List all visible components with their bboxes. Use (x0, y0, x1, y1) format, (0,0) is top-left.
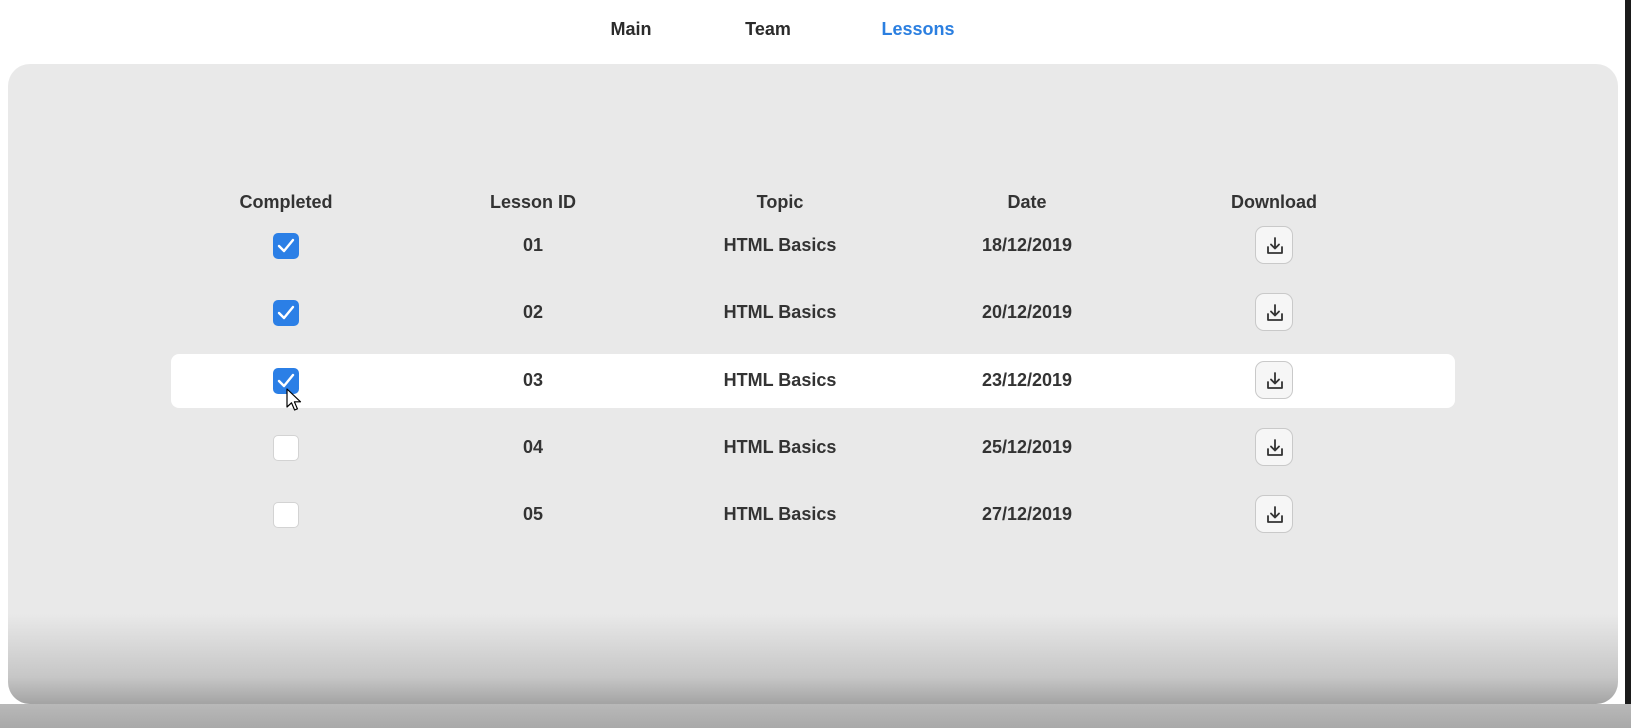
completed-checkbox[interactable] (273, 233, 299, 259)
top-navigation: Main Team Lessons (0, 0, 1631, 62)
download-icon (1265, 438, 1285, 458)
date-cell: 18/12/2019 (981, 235, 1073, 255)
lesson-id-cell: 04 (522, 437, 544, 457)
panel-shadow (8, 614, 1618, 704)
download-button[interactable] (1255, 495, 1293, 533)
header-topic: Topic (756, 192, 804, 212)
download-icon (1265, 303, 1285, 323)
topic-cell: HTML Basics (723, 302, 837, 322)
download-icon (1265, 505, 1285, 525)
bottom-bar (0, 704, 1631, 728)
table-row: 05 HTML Basics 27/12/2019 (8, 488, 1618, 542)
download-button[interactable] (1255, 361, 1293, 399)
tab-main[interactable]: Main (610, 19, 651, 40)
lesson-id-cell: 05 (522, 504, 544, 524)
header-lesson-id: Lesson ID (489, 192, 577, 212)
topic-cell: HTML Basics (723, 504, 837, 524)
table-row: 02 HTML Basics 20/12/2019 (8, 286, 1618, 340)
date-cell: 20/12/2019 (981, 302, 1073, 322)
download-button[interactable] (1255, 428, 1293, 466)
tab-team[interactable]: Team (745, 19, 791, 40)
completed-checkbox[interactable] (273, 435, 299, 461)
download-icon (1265, 236, 1285, 256)
lesson-id-cell: 03 (522, 370, 544, 390)
window-edge (1625, 0, 1631, 728)
download-button[interactable] (1255, 293, 1293, 331)
table-row: 01 HTML Basics 18/12/2019 (8, 219, 1618, 273)
lessons-panel: Completed Lesson ID Topic Date Download … (8, 64, 1618, 704)
completed-checkbox[interactable] (273, 368, 299, 394)
table-row: 04 HTML Basics 25/12/2019 (8, 421, 1618, 475)
topic-cell: HTML Basics (723, 235, 837, 255)
header-date: Date (1007, 192, 1047, 212)
date-cell: 25/12/2019 (981, 437, 1073, 457)
tab-lessons[interactable]: Lessons (881, 19, 954, 40)
header-download: Download (1231, 192, 1317, 212)
download-icon (1265, 371, 1285, 391)
table-row: 03 HTML Basics 23/12/2019 (8, 354, 1618, 408)
topic-cell: HTML Basics (723, 370, 837, 390)
download-button[interactable] (1255, 226, 1293, 264)
date-cell: 23/12/2019 (981, 370, 1073, 390)
completed-checkbox[interactable] (273, 300, 299, 326)
lesson-id-cell: 01 (522, 235, 544, 255)
topic-cell: HTML Basics (723, 437, 837, 457)
date-cell: 27/12/2019 (981, 504, 1073, 524)
completed-checkbox[interactable] (273, 502, 299, 528)
lesson-id-cell: 02 (522, 302, 544, 322)
header-completed: Completed (239, 192, 333, 212)
